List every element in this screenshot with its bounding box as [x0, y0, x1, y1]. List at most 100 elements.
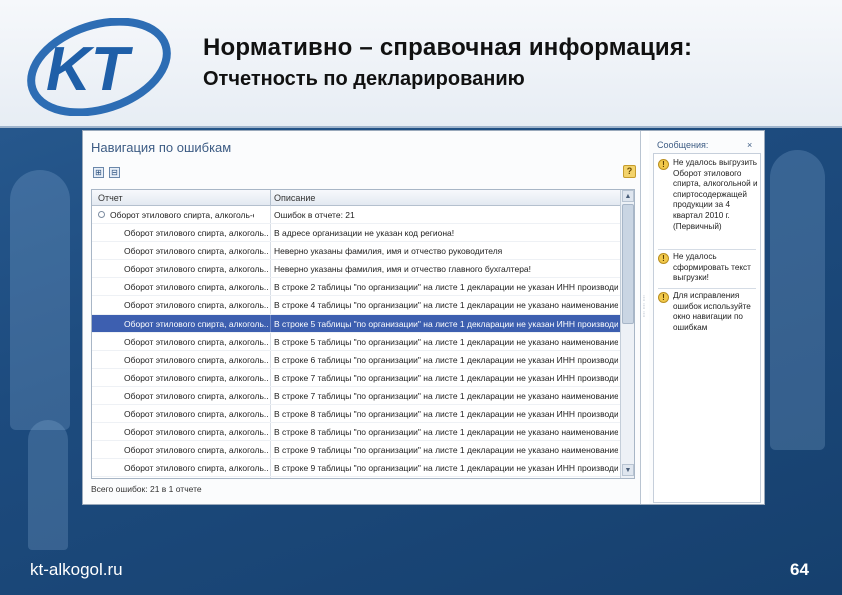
- slide-header: KT Нормативно – справочная информация: О…: [0, 0, 842, 128]
- error-navigation-panel: Навигация по ошибкам ⊞ ⊟ ? Отчет Описани…: [83, 131, 641, 504]
- cell-description: В строке 8 таблицы "по организации" на л…: [274, 427, 618, 438]
- column-header-description[interactable]: Описание: [274, 193, 315, 203]
- help-button[interactable]: ?: [623, 165, 636, 178]
- cell-description: В строке 9 таблицы "по организации" на л…: [274, 463, 618, 474]
- cell-divider: [270, 224, 271, 242]
- message-item: ! Для исправления ошибок используйте окн…: [658, 291, 758, 333]
- cell-description: В адресе организации не указан код регио…: [274, 228, 455, 239]
- table-row[interactable]: Оборот этилового спирта, алкоголь... Неве…: [92, 242, 620, 261]
- expand-all-icon[interactable]: ⊞: [93, 167, 104, 178]
- app-window: Навигация по ошибкам ⊞ ⊟ ? Отчет Описани…: [82, 130, 765, 505]
- tree-node-icon[interactable]: [98, 211, 105, 218]
- cell-report: Оборот этилового спирта, алкоголь...: [124, 264, 268, 275]
- cell-description: В строке 7 таблицы "по организации" на л…: [274, 390, 618, 401]
- table-row[interactable]: Оборот этилового спирта, алкоголь... Неве…: [92, 260, 620, 279]
- cell-description: В строке 5 таблицы "по организации" на л…: [274, 336, 618, 347]
- table-row[interactable]: Оборот этилового спирта, алкоголь-о... Ош…: [92, 206, 620, 225]
- cell-divider: [270, 368, 271, 386]
- cell-divider: [270, 405, 271, 423]
- message-text: Не удалось выгрузить Оборот этилового сп…: [673, 158, 758, 231]
- cell-report: Оборот этилового спирта, алкоголь...: [124, 354, 268, 365]
- message-item: ! Не удалось сформировать текст выгрузки…: [658, 252, 758, 284]
- cell-description: В строке 7 таблицы "по организации" на л…: [274, 372, 618, 383]
- cell-description: В строке 6 таблицы "по организации" на л…: [274, 354, 618, 365]
- cell-report: Оборот этилового спирта, алкоголь...: [124, 336, 268, 347]
- cell-description: В строке 5 таблицы "по организации" на л…: [274, 318, 618, 329]
- warning-icon: !: [658, 292, 669, 303]
- slide-subtitle: Отчетность по декларированию: [203, 68, 525, 90]
- cell-description: В строке 8 таблицы "по организации" на л…: [274, 409, 618, 420]
- cell-report: Оборот этилового спирта, алкоголь...: [124, 463, 268, 474]
- cell-divider: [270, 260, 271, 278]
- cell-report: Оборот этилового спирта, алкоголь...: [124, 445, 268, 456]
- cell-description: Неверно указаны фамилия, имя и отчество …: [274, 246, 503, 257]
- cell-divider: [270, 386, 271, 405]
- cell-divider: [270, 278, 271, 296]
- cell-report: Оборот этилового спирта, алкоголь...: [124, 300, 268, 311]
- scroll-down-icon[interactable]: ▼: [622, 464, 634, 476]
- cell-description: Ошибок в отчете: 21: [274, 210, 355, 220]
- site-url: kt-alkogol.ru: [30, 560, 123, 579]
- column-divider[interactable]: [270, 190, 271, 206]
- cell-divider: [270, 423, 271, 441]
- vertical-scrollbar[interactable]: ▲ ▼: [620, 190, 634, 478]
- message-divider: [658, 288, 756, 289]
- cell-report: Оборот этилового спирта, алкоголь...: [124, 282, 268, 293]
- cell-divider: [270, 296, 271, 314]
- panel-title: Навигация по ошибкам: [91, 140, 232, 155]
- errors-table: Отчет Описание Оборот этилового спирта, …: [91, 189, 635, 479]
- cell-divider: [270, 206, 271, 224]
- cell-report: Оборот этилового спирта, алкоголь-о...: [110, 210, 254, 220]
- column-header-report[interactable]: Отчет: [98, 193, 123, 203]
- close-icon[interactable]: ×: [747, 140, 752, 150]
- message-text: Для исправления ошибок используйте окно …: [673, 291, 751, 332]
- table-row[interactable]: Оборот этилового спирта, алкоголь... В ст…: [92, 296, 620, 315]
- cell-report: Оборот этилового спирта, алкоголь...: [124, 372, 268, 383]
- page-number: 64: [790, 560, 809, 579]
- cell-report: Оборот этилового спирта, алкоголь...: [124, 409, 268, 420]
- bottle-decoration: [10, 170, 70, 430]
- cell-report: Оборот этилового спирта, алкоголь...: [124, 318, 268, 329]
- messages-panel: Сообщения: × ! Не удалось выгрузить Обор…: [649, 131, 764, 504]
- cell-report: Оборот этилового спирта, алкоголь...: [124, 427, 268, 438]
- slide-title: Нормативно – справочная информация:: [203, 34, 693, 61]
- cell-description: В строке 4 таблицы "по организации" на л…: [274, 300, 618, 311]
- table-row[interactable]: Оборот этилового спирта, алкоголь...В ст…: [92, 477, 620, 478]
- cell-report: Оборот этилового спирта, алкоголь...: [124, 246, 268, 257]
- warning-icon: !: [658, 253, 669, 264]
- message-divider: [658, 249, 756, 250]
- cell-description: Неверно указаны фамилия, имя и отчество …: [274, 264, 532, 275]
- messages-list: ! Не удалось выгрузить Оборот этилового …: [653, 153, 761, 503]
- collapse-all-icon[interactable]: ⊟: [109, 167, 120, 178]
- svg-text:KT: KT: [46, 35, 134, 104]
- table-body: Оборот этилового спирта, алкоголь-о... Ош…: [92, 206, 620, 478]
- errors-summary: Всего ошибок: 21 в 1 отчете: [91, 484, 202, 494]
- scroll-thumb[interactable]: [622, 204, 634, 324]
- table-row[interactable]: Оборот этилового спирта, алкоголь... В ад…: [92, 224, 620, 243]
- table-row[interactable]: Оборот этилового спирта, алкоголь...В ст…: [92, 386, 620, 406]
- cell-description: В строке 9 таблицы "по организации" на л…: [274, 445, 618, 456]
- table-row[interactable]: Оборот этилового спирта, алкоголь... В ст…: [92, 459, 620, 478]
- kt-logo: KT: [27, 18, 171, 116]
- cell-divider: [270, 242, 271, 260]
- bottle-decoration: [770, 150, 825, 450]
- cell-description: В строке 2 таблицы "по организации" на л…: [274, 282, 618, 293]
- table-row[interactable]: Оборот этилового спирта, алкоголь... В ст…: [92, 368, 620, 387]
- message-text: Не удалось сформировать текст выгрузки!: [673, 252, 751, 283]
- table-row[interactable]: Оборот этилового спирта, алкоголь... В ст…: [92, 350, 620, 369]
- table-row[interactable]: Оборот этилового спирта, алкоголь... В ст…: [92, 278, 620, 297]
- cell-divider: [270, 350, 271, 368]
- warning-icon: !: [658, 159, 669, 170]
- table-row[interactable]: Оборот этилового спирта, алкоголь... В ст…: [92, 423, 620, 442]
- cell-divider: [270, 459, 271, 477]
- panel-splitter[interactable]: ⁞ ⁞ ⁞: [643, 296, 645, 320]
- table-row[interactable]: Оборот этилового спирта, алкоголь... В ст…: [92, 314, 620, 333]
- cell-report: Оборот этилового спирта, алкоголь...: [124, 228, 268, 239]
- cell-divider: [270, 477, 271, 478]
- table-row[interactable]: Оборот этилового спирта, алкоголь... В ст…: [92, 405, 620, 424]
- messages-title: Сообщения:: [657, 140, 709, 150]
- table-row[interactable]: Оборот этилового спирта, алкоголь... В ст…: [92, 441, 620, 460]
- table-row[interactable]: Оборот этилового спирта, алкоголь... В ст…: [92, 332, 620, 351]
- scroll-up-icon[interactable]: ▲: [622, 190, 634, 202]
- message-item: ! Не удалось выгрузить Оборот этилового …: [658, 158, 758, 232]
